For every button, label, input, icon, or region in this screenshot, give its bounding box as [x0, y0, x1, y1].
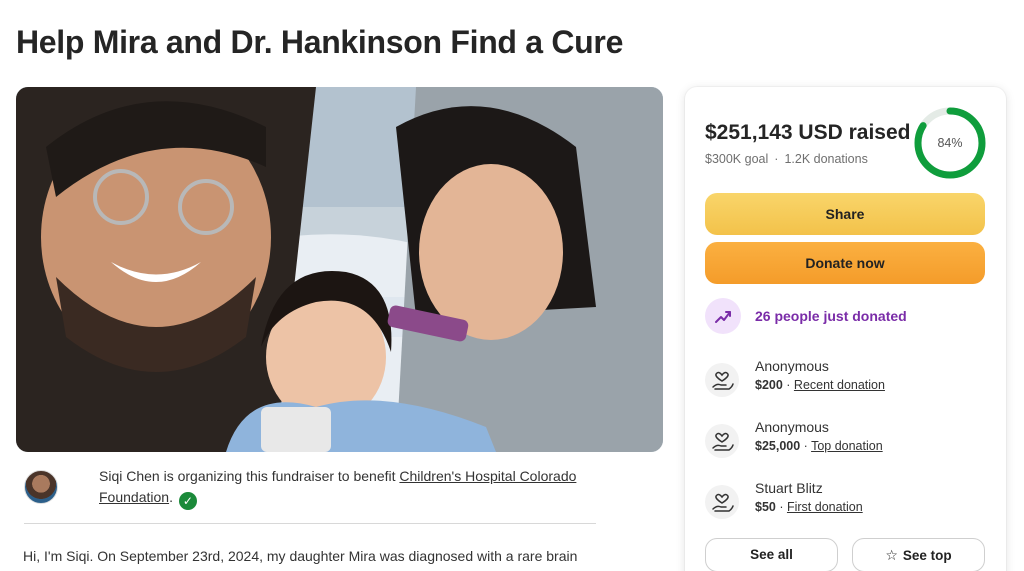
page-title: Help Mira and Dr. Hankinson Find a Cure: [16, 24, 624, 60]
story-text: Hi, I'm Siqi. On September 23rd, 2024, m…: [23, 548, 578, 564]
see-all-button[interactable]: See all: [705, 538, 838, 571]
raised-meta: $300K goal · 1.2K donations: [705, 152, 868, 166]
organizer-text: Siqi Chen is organizing this fundraiser …: [99, 466, 599, 510]
recent-activity: 26 people just donated: [705, 298, 985, 334]
donation-separator: ·: [800, 439, 812, 453]
hero-photo: [16, 87, 663, 452]
donation-item: Anonymous $25,000 · Top donation: [705, 419, 985, 459]
donation-separator: ·: [775, 500, 787, 514]
donor-name: Anonymous: [755, 358, 829, 374]
donation-item: Stuart Blitz $50 · First donation: [705, 480, 985, 520]
donation-tag-link[interactable]: First donation: [787, 500, 863, 514]
donor-name: Anonymous: [755, 419, 829, 435]
donation-amount: $50: [755, 500, 776, 514]
trending-up-icon: [705, 298, 741, 334]
avatar[interactable]: [24, 470, 58, 504]
organizer-prefix: Siqi Chen is organizing this fundraiser …: [99, 468, 400, 484]
donation-hand-heart-icon: [705, 485, 739, 519]
donation-tag-link[interactable]: Recent donation: [794, 378, 885, 392]
donor-name: Stuart Blitz: [755, 480, 823, 496]
organizer-suffix: .: [169, 489, 173, 505]
donation-hand-heart-icon: [705, 363, 739, 397]
see-top-label: See top: [902, 548, 952, 563]
donation-amount: $25,000: [755, 439, 801, 453]
share-button[interactable]: Share: [705, 193, 985, 235]
donation-separator: ·: [782, 378, 794, 392]
amount-raised: $251,143 USD raised: [705, 121, 911, 144]
donation-hand-heart-icon: [705, 424, 739, 458]
progress-percent: 84%: [937, 136, 963, 150]
donation-detail: $200 · Recent donation: [755, 378, 885, 392]
donation-count: 1.2K donations: [784, 152, 868, 166]
see-top-button[interactable]: ☆ See top: [852, 538, 985, 571]
check-circle-icon: ✓: [178, 492, 197, 510]
donation-item: Anonymous $200 · Recent donation: [705, 358, 985, 398]
donation-amount: $200: [755, 378, 783, 392]
donation-detail: $50 · First donation: [755, 500, 863, 514]
meta-separator: ·: [774, 152, 779, 166]
goal-text: $300K goal: [705, 152, 769, 166]
just-donated-text: 26 people just donated: [755, 308, 907, 324]
star-icon: ☆: [885, 547, 898, 563]
donation-detail: $25,000 · Top donation: [755, 439, 883, 453]
divider: [24, 523, 596, 524]
family-photo-illustration: [16, 87, 663, 452]
donate-button[interactable]: Donate now: [705, 242, 985, 284]
donation-tag-link[interactable]: Top donation: [811, 439, 883, 453]
donation-card: $251,143 USD raised $300K goal · 1.2K dona…: [685, 87, 1006, 571]
